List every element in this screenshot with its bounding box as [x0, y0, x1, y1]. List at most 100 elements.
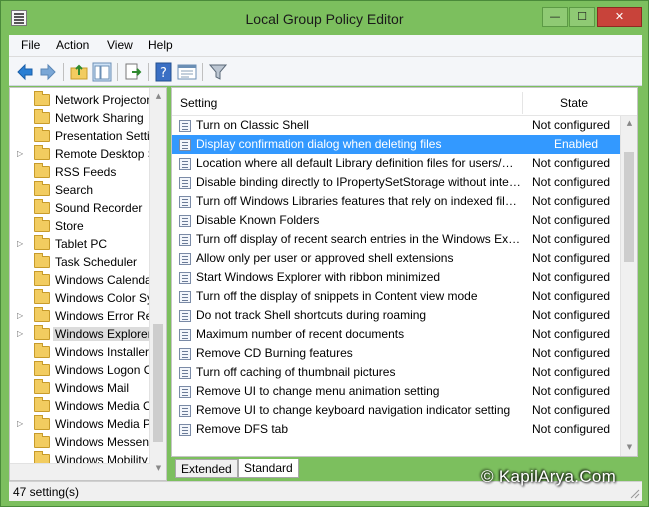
setting-name: Do not track Shell shortcuts during roam… — [196, 308, 427, 322]
scroll-up-icon[interactable]: ▲ — [154, 92, 163, 101]
setting-row[interactable]: Location where all default Library defin… — [172, 154, 620, 173]
folder-icon — [34, 271, 50, 286]
menu-help[interactable]: Help — [148, 38, 173, 52]
tab-standard[interactable]: Standard — [238, 459, 299, 478]
tree-item[interactable]: ▷Windows Error Reporting — [10, 307, 166, 325]
tree-item[interactable]: Windows Calendar — [10, 271, 166, 289]
back-arrow-icon[interactable] — [15, 62, 35, 82]
tree-scroll-thumb[interactable] — [153, 324, 163, 442]
policy-setting-icon — [179, 424, 191, 436]
help-icon[interactable]: ? — [154, 62, 174, 82]
tree-item-label: Windows Installer — [55, 345, 150, 359]
folder-icon — [34, 199, 50, 214]
tree-item-label: Sound Recorder — [55, 201, 143, 215]
column-divider[interactable] — [522, 92, 523, 114]
setting-row[interactable]: Remove UI to change keyboard navigation … — [172, 401, 620, 420]
setting-row[interactable]: Turn on Classic Shell Not configured — [172, 116, 620, 135]
title-bar[interactable]: Local Group Policy Editor — ☐ ✕ — [1, 1, 648, 35]
policy-setting-icon — [179, 367, 191, 379]
policy-setting-icon — [179, 272, 191, 284]
tree-item[interactable]: Windows Installer — [10, 343, 166, 361]
menu-view[interactable]: View — [107, 38, 133, 52]
setting-row[interactable]: Remove CD Burning features Not configured — [172, 344, 620, 363]
tree-item[interactable]: Windows Media Center — [10, 397, 166, 415]
expand-arrow-icon[interactable]: ▷ — [17, 329, 25, 339]
maximize-button[interactable]: ☐ — [569, 7, 595, 27]
setting-row[interactable]: Start Windows Explorer with ribbon minim… — [172, 268, 620, 287]
scroll-up-icon[interactable]: ▲ — [625, 119, 634, 128]
policy-setting-icon — [179, 405, 191, 417]
setting-row[interactable]: Turn off caching of thumbnail pictures No… — [172, 363, 620, 382]
folder-up-icon[interactable] — [69, 62, 89, 82]
menu-file[interactable]: File — [21, 38, 40, 52]
tree-item-label: Windows Calendar — [55, 273, 156, 287]
folder-icon — [34, 307, 50, 322]
properties-icon[interactable] — [177, 62, 197, 82]
export-list-icon[interactable] — [123, 62, 143, 82]
setting-row[interactable]: Allow only per user or approved shell ex… — [172, 249, 620, 268]
scroll-down-icon[interactable]: ▼ — [625, 443, 634, 452]
menu-action[interactable]: Action — [56, 38, 89, 52]
column-state-header[interactable]: State — [560, 96, 588, 110]
toolbar: ? — [9, 57, 642, 86]
tree-item[interactable]: Sound Recorder — [10, 199, 166, 217]
tree-item[interactable]: Windows Messenger — [10, 433, 166, 451]
minimize-button[interactable]: — — [542, 7, 568, 27]
setting-row[interactable]: Remove DFS tab Not configured — [172, 420, 620, 439]
tree-item[interactable]: Windows Logon Options — [10, 361, 166, 379]
setting-row[interactable]: Disable binding directly to IPropertySet… — [172, 173, 620, 192]
tree-item[interactable]: ▷ Windows Explorer — [10, 325, 166, 343]
scroll-down-icon[interactable]: ▼ — [154, 464, 163, 473]
resize-grip-icon[interactable] — [628, 487, 640, 499]
tree-horizontal-scrollbar[interactable] — [10, 463, 150, 480]
setting-row[interactable]: Turn off the display of snippets in Cont… — [172, 287, 620, 306]
tree-item[interactable]: Network Projector — [10, 91, 166, 109]
tree-item[interactable]: Windows Mail — [10, 379, 166, 397]
tree-item[interactable]: Network Sharing — [10, 109, 166, 127]
tree-item-label: Task Scheduler — [55, 255, 138, 269]
tree-item[interactable]: Search — [10, 181, 166, 199]
expand-arrow-icon[interactable]: ▷ — [17, 419, 25, 429]
show-hide-tree-icon[interactable] — [92, 62, 112, 82]
setting-state: Not configured — [532, 175, 611, 189]
forward-arrow-icon[interactable] — [38, 62, 58, 82]
column-setting-header[interactable]: Setting — [180, 96, 217, 110]
settings-column-header: Setting State — [172, 88, 637, 116]
toolbar-separator — [117, 63, 118, 81]
setting-name: Maximum number of recent documents — [196, 327, 405, 341]
tree-item[interactable]: Windows Color System — [10, 289, 166, 307]
folder-icon — [34, 181, 50, 196]
folder-icon — [34, 235, 50, 250]
expand-arrow-icon[interactable]: ▷ — [17, 239, 25, 249]
tree-item[interactable]: ▷ Windows Media Player — [10, 415, 166, 433]
tree-item[interactable]: Store — [10, 217, 166, 235]
setting-state: Not configured — [532, 270, 611, 284]
policy-setting-icon — [179, 196, 191, 208]
close-button[interactable]: ✕ — [597, 7, 642, 27]
setting-row[interactable]: Display confirmation dialog when deletin… — [172, 135, 620, 154]
tree-item[interactable]: ▷ Tablet PC — [10, 235, 166, 253]
tab-extended[interactable]: Extended — [175, 459, 238, 478]
setting-row[interactable]: Turn off Windows Libraries features that… — [172, 192, 620, 211]
setting-state: Not configured — [532, 289, 611, 303]
toolbar-separator — [148, 63, 149, 81]
setting-row[interactable]: Disable Known Folders Not configured — [172, 211, 620, 230]
tree-item[interactable]: ▷Remote Desktop Services — [10, 145, 166, 163]
setting-row[interactable]: Remove UI to change menu animation setti… — [172, 382, 620, 401]
tree-item[interactable]: RSS Feeds — [10, 163, 166, 181]
setting-state: Not configured — [532, 346, 611, 360]
filter-icon[interactable] — [208, 62, 228, 82]
tree-item[interactable]: Presentation Settings — [10, 127, 166, 145]
tree-item[interactable]: Task Scheduler — [10, 253, 166, 271]
setting-state: Not configured — [532, 365, 611, 379]
setting-row[interactable]: Turn off display of recent search entrie… — [172, 230, 620, 249]
policy-setting-icon — [179, 177, 191, 189]
setting-row[interactable]: Do not track Shell shortcuts during roam… — [172, 306, 620, 325]
setting-state: Enabled — [554, 137, 599, 151]
settings-vertical-scrollbar[interactable]: ▲ ▼ — [620, 116, 637, 456]
expand-arrow-icon[interactable]: ▷ — [17, 149, 25, 159]
setting-row[interactable]: Maximum number of recent documents Not co… — [172, 325, 620, 344]
settings-scroll-thumb[interactable] — [624, 152, 634, 262]
tree-vertical-scrollbar[interactable]: ▲ ▼ — [149, 88, 166, 480]
expand-arrow-icon[interactable]: ▷ — [17, 311, 25, 321]
